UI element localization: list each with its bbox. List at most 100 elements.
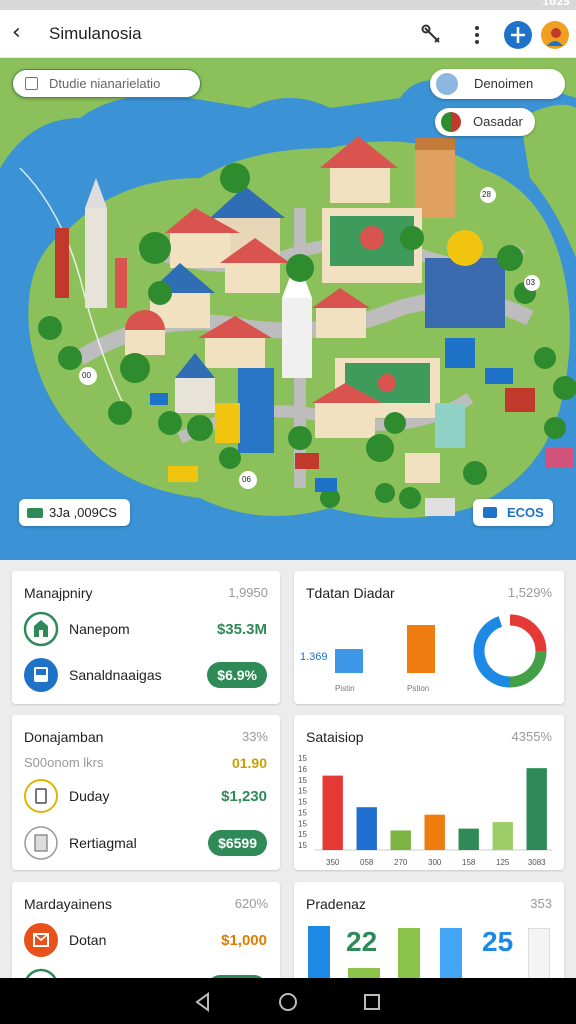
y-tick-label: 15 (298, 830, 307, 839)
pradenaz-bar (528, 928, 550, 982)
map-search-field[interactable]: Dtudie nianarielatio (12, 69, 201, 98)
row-label: Duday (69, 788, 110, 804)
city-map[interactable]: 00 06 28 03 Dtudie nianarielatio Denoime… (0, 58, 576, 560)
stat-bar (526, 768, 547, 850)
mardayainens-card[interactable]: Mardayainens 620% Dotan $1,000 (12, 882, 280, 982)
row-value: $1,230 (221, 788, 267, 805)
map-layer-label: Denoimen (474, 76, 534, 91)
y-tick-label: 16 (298, 765, 307, 774)
donut-slice (498, 614, 511, 627)
map-layers-icon (25, 77, 38, 90)
document-icon (24, 826, 58, 860)
card-subtitle-value: 01.90 (231, 755, 267, 771)
profile-avatar[interactable] (540, 20, 570, 50)
data-diagram-card[interactable]: Tdatan Diadar 1,529% 1.369 Pistin Pstion (294, 571, 564, 704)
stat-bar (458, 828, 479, 850)
y-tick-label: 15 (298, 776, 307, 785)
card-title: Donajamban (24, 729, 104, 745)
nav-back-icon[interactable] (191, 990, 215, 1014)
map-marker-label[interactable]: 00 (82, 371, 91, 380)
diagram-bar (407, 625, 435, 673)
pradenaz-bar (398, 928, 420, 982)
y-tick-label: 15 (298, 787, 307, 796)
x-tick-label: 350 (326, 858, 340, 867)
legend-label: Pstion (407, 684, 430, 693)
y-tick-label: 15 (298, 819, 307, 828)
donut-slice (509, 650, 547, 688)
y-tick-label: 15 (298, 798, 307, 807)
donations-card[interactable]: Donajamban 33% S00onom lkrs 01.90 Duday … (12, 715, 280, 870)
stat-bar (390, 830, 411, 850)
system-nav-bar (0, 978, 576, 1024)
statistics-card[interactable]: Sataisiop 4355% 15 16 15 15 15 15 15 15 15 350 058… (294, 715, 564, 870)
stat-bar (424, 814, 445, 850)
row-badge[interactable]: $6599 (208, 830, 267, 856)
y-tick-label: 15 (298, 841, 307, 850)
flag-icon (441, 112, 461, 132)
nav-home-icon[interactable] (276, 990, 300, 1014)
x-tick-label: 158 (462, 858, 476, 867)
globe-icon (436, 73, 458, 95)
add-location-icon[interactable] (503, 20, 533, 50)
row-badge[interactable]: $6.9% (207, 662, 267, 688)
pradenaz-number: 25 (482, 926, 514, 957)
stat-bar (322, 775, 343, 850)
map-marker-label[interactable]: 03 (526, 278, 535, 287)
shop-icon (24, 923, 58, 957)
pradenaz-card[interactable]: Pradenaz 353 22 25 (294, 882, 564, 982)
more-vert-icon[interactable] (462, 20, 492, 50)
bus-icon (24, 658, 58, 692)
status-bar: 1025 (0, 0, 576, 10)
pradenaz-number: 22 (346, 926, 378, 957)
stat-bar (492, 822, 513, 850)
y-tick-label: 15 (298, 808, 307, 817)
card-title: Pradenaz (306, 896, 366, 912)
eco-icon (483, 507, 497, 518)
wallet-icon (24, 779, 58, 813)
back-arrow-icon[interactable]: ‹ (12, 21, 21, 45)
map-marker-label[interactable]: 06 (242, 475, 251, 484)
row-label: Dotan (69, 932, 107, 948)
row-label: Sanaldnaaigas (69, 667, 162, 683)
x-tick-label: 270 (394, 858, 408, 867)
pradenaz-bar (440, 928, 462, 982)
row-label: Nanepom (69, 621, 130, 637)
management-card[interactable]: Manajpniry 1,9950 Nanepom $35.3M Sanaldn… (12, 571, 280, 704)
nav-recents-icon[interactable] (360, 990, 384, 1014)
status-time: 1025 (542, 0, 570, 8)
map-marker-label[interactable]: 28 (482, 190, 491, 199)
x-tick-label: 058 (360, 858, 374, 867)
row-label: Rertiagmal (69, 835, 137, 851)
balance-value: 3Ja ,009CS (49, 505, 117, 520)
pradenaz-bar (308, 926, 330, 982)
stat-bar (356, 807, 377, 850)
x-tick-label: 125 (496, 858, 510, 867)
app-title: Simulanosia (49, 24, 142, 43)
eco-chip[interactable]: ECOS (473, 499, 553, 526)
balance-chip[interactable]: 3Ja ,009CS (19, 499, 130, 526)
card-title: Mardayainens (24, 896, 112, 912)
app-bar: ‹ Simulanosia (0, 10, 576, 58)
statistics-chart: 151615151515151515350 058 270 300 158 125 3083 (298, 754, 552, 867)
y-tick-label: 15 (298, 754, 307, 763)
card-value: 33% (241, 729, 268, 744)
donut-slice (473, 616, 511, 688)
card-title: Manajpniry (24, 585, 93, 601)
dashboard-cards: Manajpniry 1,9950 Nanepom $35.3M Sanaldn… (0, 560, 576, 982)
building-icon (23, 611, 59, 647)
card-subtitle: S00onom lkrs (24, 755, 104, 770)
map-search-placeholder: Dtudie nianarielatio (49, 76, 161, 91)
x-tick-label: 300 (428, 858, 442, 867)
donut-slice (509, 614, 547, 652)
card-value: 353 (530, 896, 552, 911)
map-layer-button-2[interactable]: Oasadar (435, 108, 535, 136)
card-value: 620% (234, 896, 268, 911)
legend-label: Pistin (335, 684, 355, 693)
money-icon (27, 508, 43, 518)
map-layer-button[interactable]: Denoimen (430, 69, 565, 99)
tools-icon[interactable] (417, 20, 447, 50)
map-layer-label-2: Oasadar (473, 114, 523, 129)
diagram-bar (335, 649, 363, 673)
row-value: $35.3M (216, 621, 267, 638)
x-tick-label: 3083 (528, 858, 546, 867)
